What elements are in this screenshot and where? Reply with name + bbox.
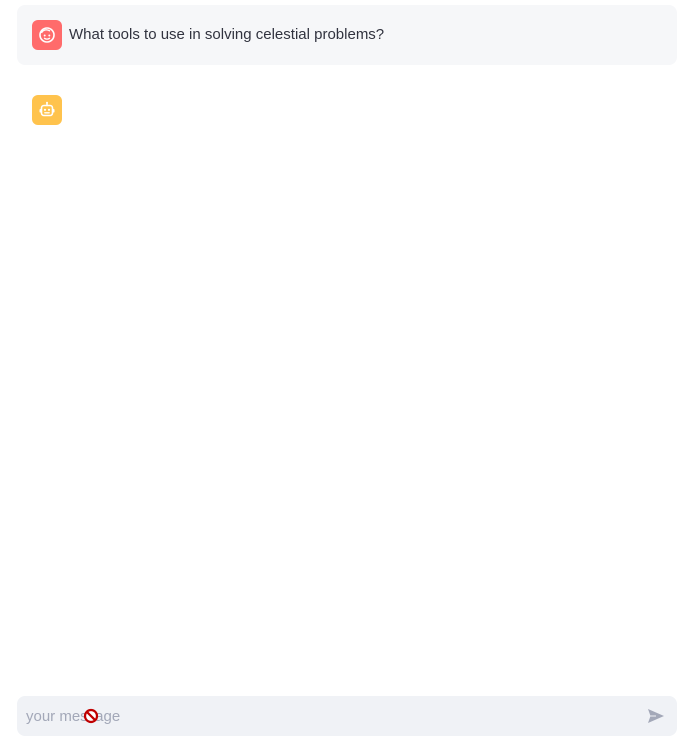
chat-message-input[interactable] [17, 696, 637, 736]
user-avatar [32, 20, 62, 50]
chat-page: What tools to use in solving celestial p… [0, 0, 684, 750]
user-chat-message: What tools to use in solving celestial p… [17, 5, 677, 65]
send-icon [648, 709, 664, 723]
user-message-text: What tools to use in solving celestial p… [69, 26, 385, 43]
assistant-avatar [32, 95, 62, 125]
face-icon [39, 27, 55, 43]
send-button[interactable] [645, 705, 667, 727]
robot-icon [39, 101, 55, 117]
assistant-chat-message [17, 80, 677, 140]
chat-input-bar [17, 696, 677, 736]
